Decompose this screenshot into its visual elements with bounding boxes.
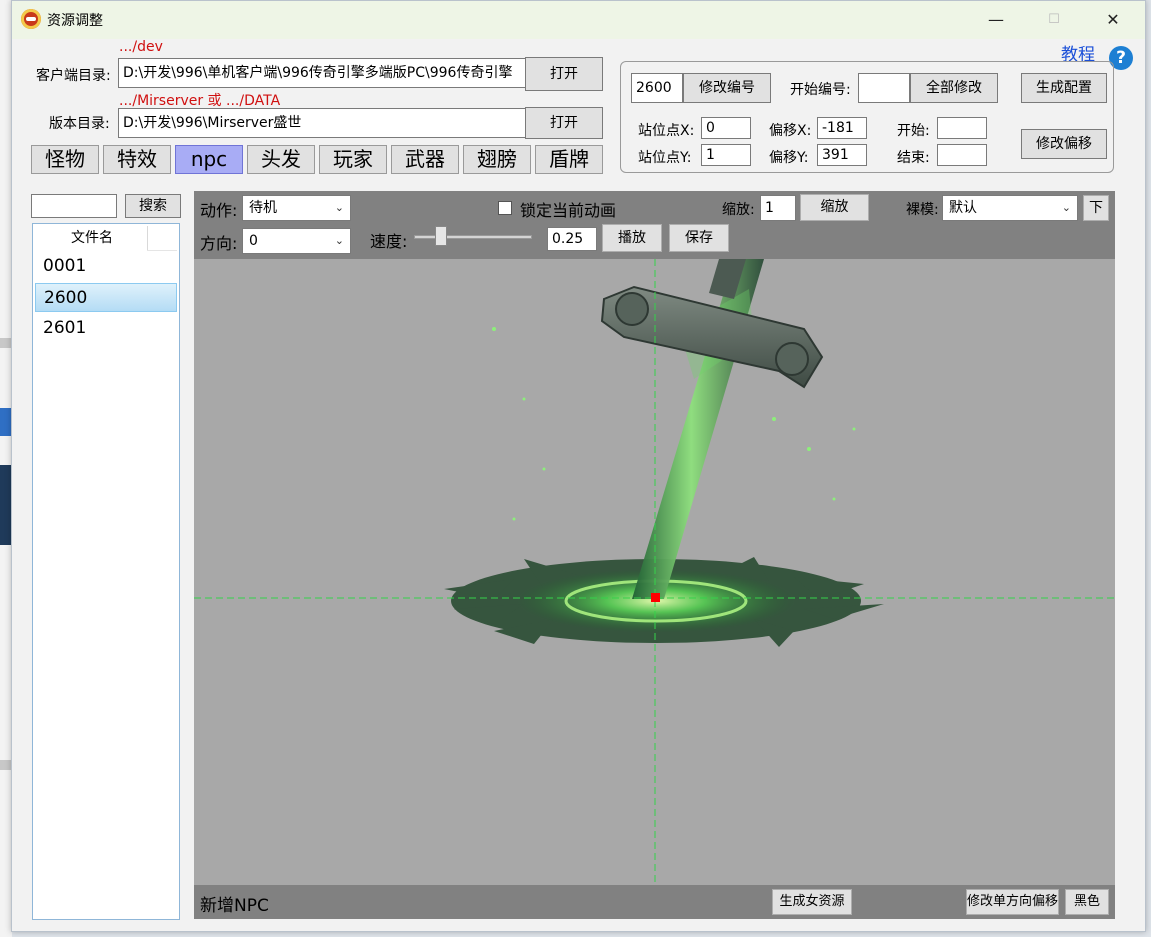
- tab-hair[interactable]: 头发: [247, 145, 315, 174]
- black-background-button[interactable]: 黑色: [1065, 889, 1109, 915]
- play-button[interactable]: 播放: [602, 224, 662, 252]
- client-dir-label: 客户端目录:: [36, 68, 111, 84]
- start-id-label: 开始编号:: [790, 82, 851, 98]
- direction-label: 方向:: [200, 234, 238, 253]
- file-list-header-filler: [147, 226, 177, 251]
- action-select-value: 待机: [249, 200, 277, 216]
- preview-status-bar: 新增NPC 生成女资源 修改单方向偏移 黑色: [194, 885, 1115, 919]
- config-panel: 2600 修改编号 开始编号: 全部修改 生成配置 站位点X: 0 站位点Y: …: [620, 61, 1114, 173]
- chevron-down-icon: ⌄: [334, 234, 344, 247]
- nude-model-label: 裸模:: [906, 202, 939, 218]
- tab-player[interactable]: 玩家: [319, 145, 387, 174]
- direction-select[interactable]: 0 ⌄: [242, 228, 351, 254]
- start-input[interactable]: [937, 117, 987, 139]
- end-input[interactable]: [937, 144, 987, 166]
- lock-animation-checkbox[interactable]: [498, 201, 512, 215]
- client-dir-input[interactable]: D:\开发\996\单机客户端\996传奇引擎多端版PC\996传奇引擎: [118, 58, 526, 88]
- modify-direction-offset-button[interactable]: 修改单方向偏移: [966, 889, 1059, 915]
- offset-y-label: 偏移Y:: [769, 150, 809, 166]
- scale-input[interactable]: 1: [760, 195, 796, 221]
- modify-id-button[interactable]: 修改编号: [683, 73, 771, 103]
- action-select[interactable]: 待机 ⌄: [242, 195, 351, 221]
- stand-x-label: 站位点X:: [638, 123, 695, 139]
- tab-weapon[interactable]: 武器: [391, 145, 459, 174]
- maximize-button[interactable]: ☐: [1025, 1, 1083, 39]
- direction-select-value: 0: [249, 233, 258, 249]
- start-label: 开始:: [897, 123, 930, 139]
- file-list: 文件名 0001 2600 2601: [32, 223, 180, 920]
- list-item[interactable]: 2601: [35, 314, 177, 343]
- down-button[interactable]: 下: [1083, 195, 1109, 221]
- offset-y-input[interactable]: 391: [817, 144, 867, 166]
- tab-monster[interactable]: 怪物: [31, 145, 99, 174]
- search-input[interactable]: [31, 194, 117, 218]
- scale-label: 缩放:: [722, 202, 755, 218]
- crossguard-scroll-right: [775, 342, 809, 376]
- modify-all-button[interactable]: 全部修改: [910, 73, 998, 103]
- tab-npc[interactable]: npc: [175, 145, 243, 174]
- preview-canvas[interactable]: [194, 259, 1115, 885]
- stand-x-input[interactable]: 0: [701, 117, 751, 139]
- npc-sprite-preview: [194, 259, 1115, 885]
- end-label: 结束:: [897, 150, 930, 166]
- tab-wings[interactable]: 翅膀: [463, 145, 531, 174]
- speed-label: 速度:: [370, 232, 408, 251]
- server-dir-label: 版本目录:: [49, 116, 110, 132]
- chevron-down-icon: ⌄: [1061, 201, 1071, 214]
- anchor-point-marker: [651, 593, 660, 602]
- scale-button[interactable]: 缩放: [800, 194, 869, 221]
- lock-animation-label: 锁定当前动画: [520, 201, 617, 220]
- save-button[interactable]: 保存: [669, 224, 729, 252]
- modify-offset-button[interactable]: 修改偏移: [1021, 129, 1107, 159]
- resource-id-input[interactable]: 2600: [631, 73, 683, 103]
- minimize-button[interactable]: —: [967, 1, 1025, 39]
- speed-slider-thumb[interactable]: [435, 226, 448, 246]
- main-window: 资源调整 — ☐ ✕ .../dev 客户端目录: D:\开发\996\单机客户…: [11, 0, 1146, 932]
- nude-model-select[interactable]: 默认 ⌄: [942, 195, 1078, 221]
- window-title: 资源调整: [47, 13, 103, 29]
- generate-female-button[interactable]: 生成女资源: [772, 889, 852, 915]
- speed-input[interactable]: 0.25: [547, 227, 597, 251]
- speed-slider-track[interactable]: [414, 235, 532, 239]
- new-npc-label: 新增NPC: [200, 896, 269, 916]
- stand-y-label: 站位点Y:: [638, 150, 692, 166]
- list-item-selected[interactable]: 2600: [35, 283, 177, 312]
- tab-shield[interactable]: 盾牌: [535, 145, 603, 174]
- server-dir-input[interactable]: D:\开发\996\Mirserver盛世: [118, 108, 526, 138]
- preview-toolbar: 动作: 待机 ⌄ 锁定当前动画 缩放: 1 缩放 裸模: 默认 ⌄ 下 方向: …: [194, 191, 1115, 259]
- crossguard-scroll-left: [615, 292, 649, 326]
- title-bar: 资源调整 — ☐ ✕: [12, 1, 1145, 39]
- generate-config-button[interactable]: 生成配置: [1021, 73, 1107, 103]
- start-id-input[interactable]: [858, 73, 910, 103]
- offset-x-label: 偏移X:: [769, 123, 812, 139]
- client-dir-open-button[interactable]: 打开: [525, 57, 603, 91]
- app-logo-icon: [21, 9, 41, 29]
- client-dir-hint: .../dev: [119, 39, 163, 55]
- close-button[interactable]: ✕: [1084, 1, 1142, 39]
- server-dir-open-button[interactable]: 打开: [525, 107, 603, 139]
- stand-y-input[interactable]: 1: [701, 144, 751, 166]
- offset-x-input[interactable]: -181: [817, 117, 867, 139]
- list-item[interactable]: 0001: [35, 252, 177, 281]
- nude-model-select-value: 默认: [949, 200, 977, 216]
- action-label: 动作:: [200, 201, 238, 220]
- chevron-down-icon: ⌄: [334, 201, 344, 214]
- search-button[interactable]: 搜索: [125, 194, 181, 218]
- server-dir-hint: .../Mirserver 或 .../DATA: [119, 93, 281, 109]
- tab-effect[interactable]: 特效: [103, 145, 171, 174]
- file-list-header: 文件名: [37, 226, 148, 250]
